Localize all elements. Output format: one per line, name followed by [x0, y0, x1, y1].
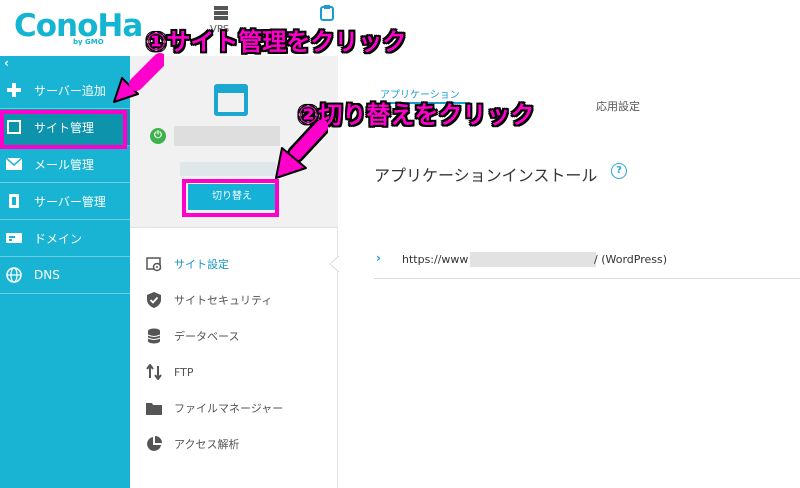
highlight-switch-button [182, 179, 279, 217]
expand-arrow-icon[interactable]: › [376, 251, 381, 265]
annotation-arrow-2 [275, 120, 328, 179]
globe-icon [6, 267, 22, 283]
sidebar-item-label: DNS [34, 268, 60, 282]
server-icon[interactable] [212, 4, 230, 22]
menu-item-site-security[interactable]: サイトセキュリティ [146, 290, 272, 310]
help-icon[interactable]: ? [611, 163, 627, 179]
highlight-site-management [0, 110, 127, 149]
pie-chart-icon [146, 436, 162, 452]
mail-icon [6, 156, 22, 172]
server-icon [6, 193, 22, 209]
sidebar-item-mail[interactable]: メール管理 [0, 146, 130, 183]
annotation-step2: ②切り替えをクリック [298, 101, 535, 129]
app-icon[interactable] [318, 4, 336, 22]
logo-sub: by GMO [73, 38, 104, 46]
sidebar-item-dns[interactable]: DNS [0, 257, 130, 294]
menu-item-label: サイト設定 [174, 258, 229, 271]
menu-item-database[interactable]: データベース [146, 326, 239, 346]
menu-item-file-manager[interactable]: ファイルマネージャー [146, 398, 283, 418]
site-name-redacted [174, 126, 280, 146]
sidebar-item-label: サーバー管理 [34, 194, 106, 209]
sidebar-item-domain[interactable]: ドメイン [0, 220, 130, 257]
collapse-button[interactable]: ‹ [4, 56, 9, 70]
app-url-redacted [470, 252, 596, 267]
tab-advanced-settings[interactable]: 応用設定 [596, 98, 640, 114]
section-title: アプリケーションインストール [374, 166, 598, 185]
sidebar-item-label: メール管理 [34, 157, 95, 172]
row-divider [374, 278, 800, 279]
menu-item-site-settings[interactable]: サイト設定 [146, 254, 229, 274]
menu-item-label: ファイルマネージャー [174, 402, 284, 415]
annotation-arrow-1 [113, 53, 164, 103]
menu-item-label: サイトセキュリティ [174, 294, 273, 307]
sidebar-item-label: ドメイン [34, 231, 83, 246]
sidebar-item-label: サーバー追加 [34, 83, 106, 98]
site-domain-redacted [180, 162, 276, 176]
annotation-step1: ①サイト管理をクリック [146, 28, 407, 56]
folder-icon [146, 400, 162, 416]
menu-item-label: データベース [174, 330, 240, 343]
settings-icon [146, 256, 162, 272]
transfer-icon [146, 364, 162, 380]
sidebar-item-server-management[interactable]: サーバー管理 [0, 183, 130, 220]
menu-item-access-analytics[interactable]: アクセス解析 [146, 434, 239, 454]
menu-item-label: アクセス解析 [174, 438, 240, 451]
menu-item-label: FTP [174, 365, 194, 379]
plus-icon [6, 82, 22, 98]
app-url-prefix[interactable]: https://www [402, 253, 468, 266]
domain-icon [6, 230, 22, 246]
database-icon [146, 328, 162, 344]
power-icon: ⏻ [150, 128, 166, 144]
menu-item-ftp[interactable]: FTP [146, 362, 194, 382]
app-url-suffix[interactable]: / (WordPress) [594, 253, 667, 266]
window-icon [214, 84, 248, 116]
shield-icon [146, 292, 162, 308]
